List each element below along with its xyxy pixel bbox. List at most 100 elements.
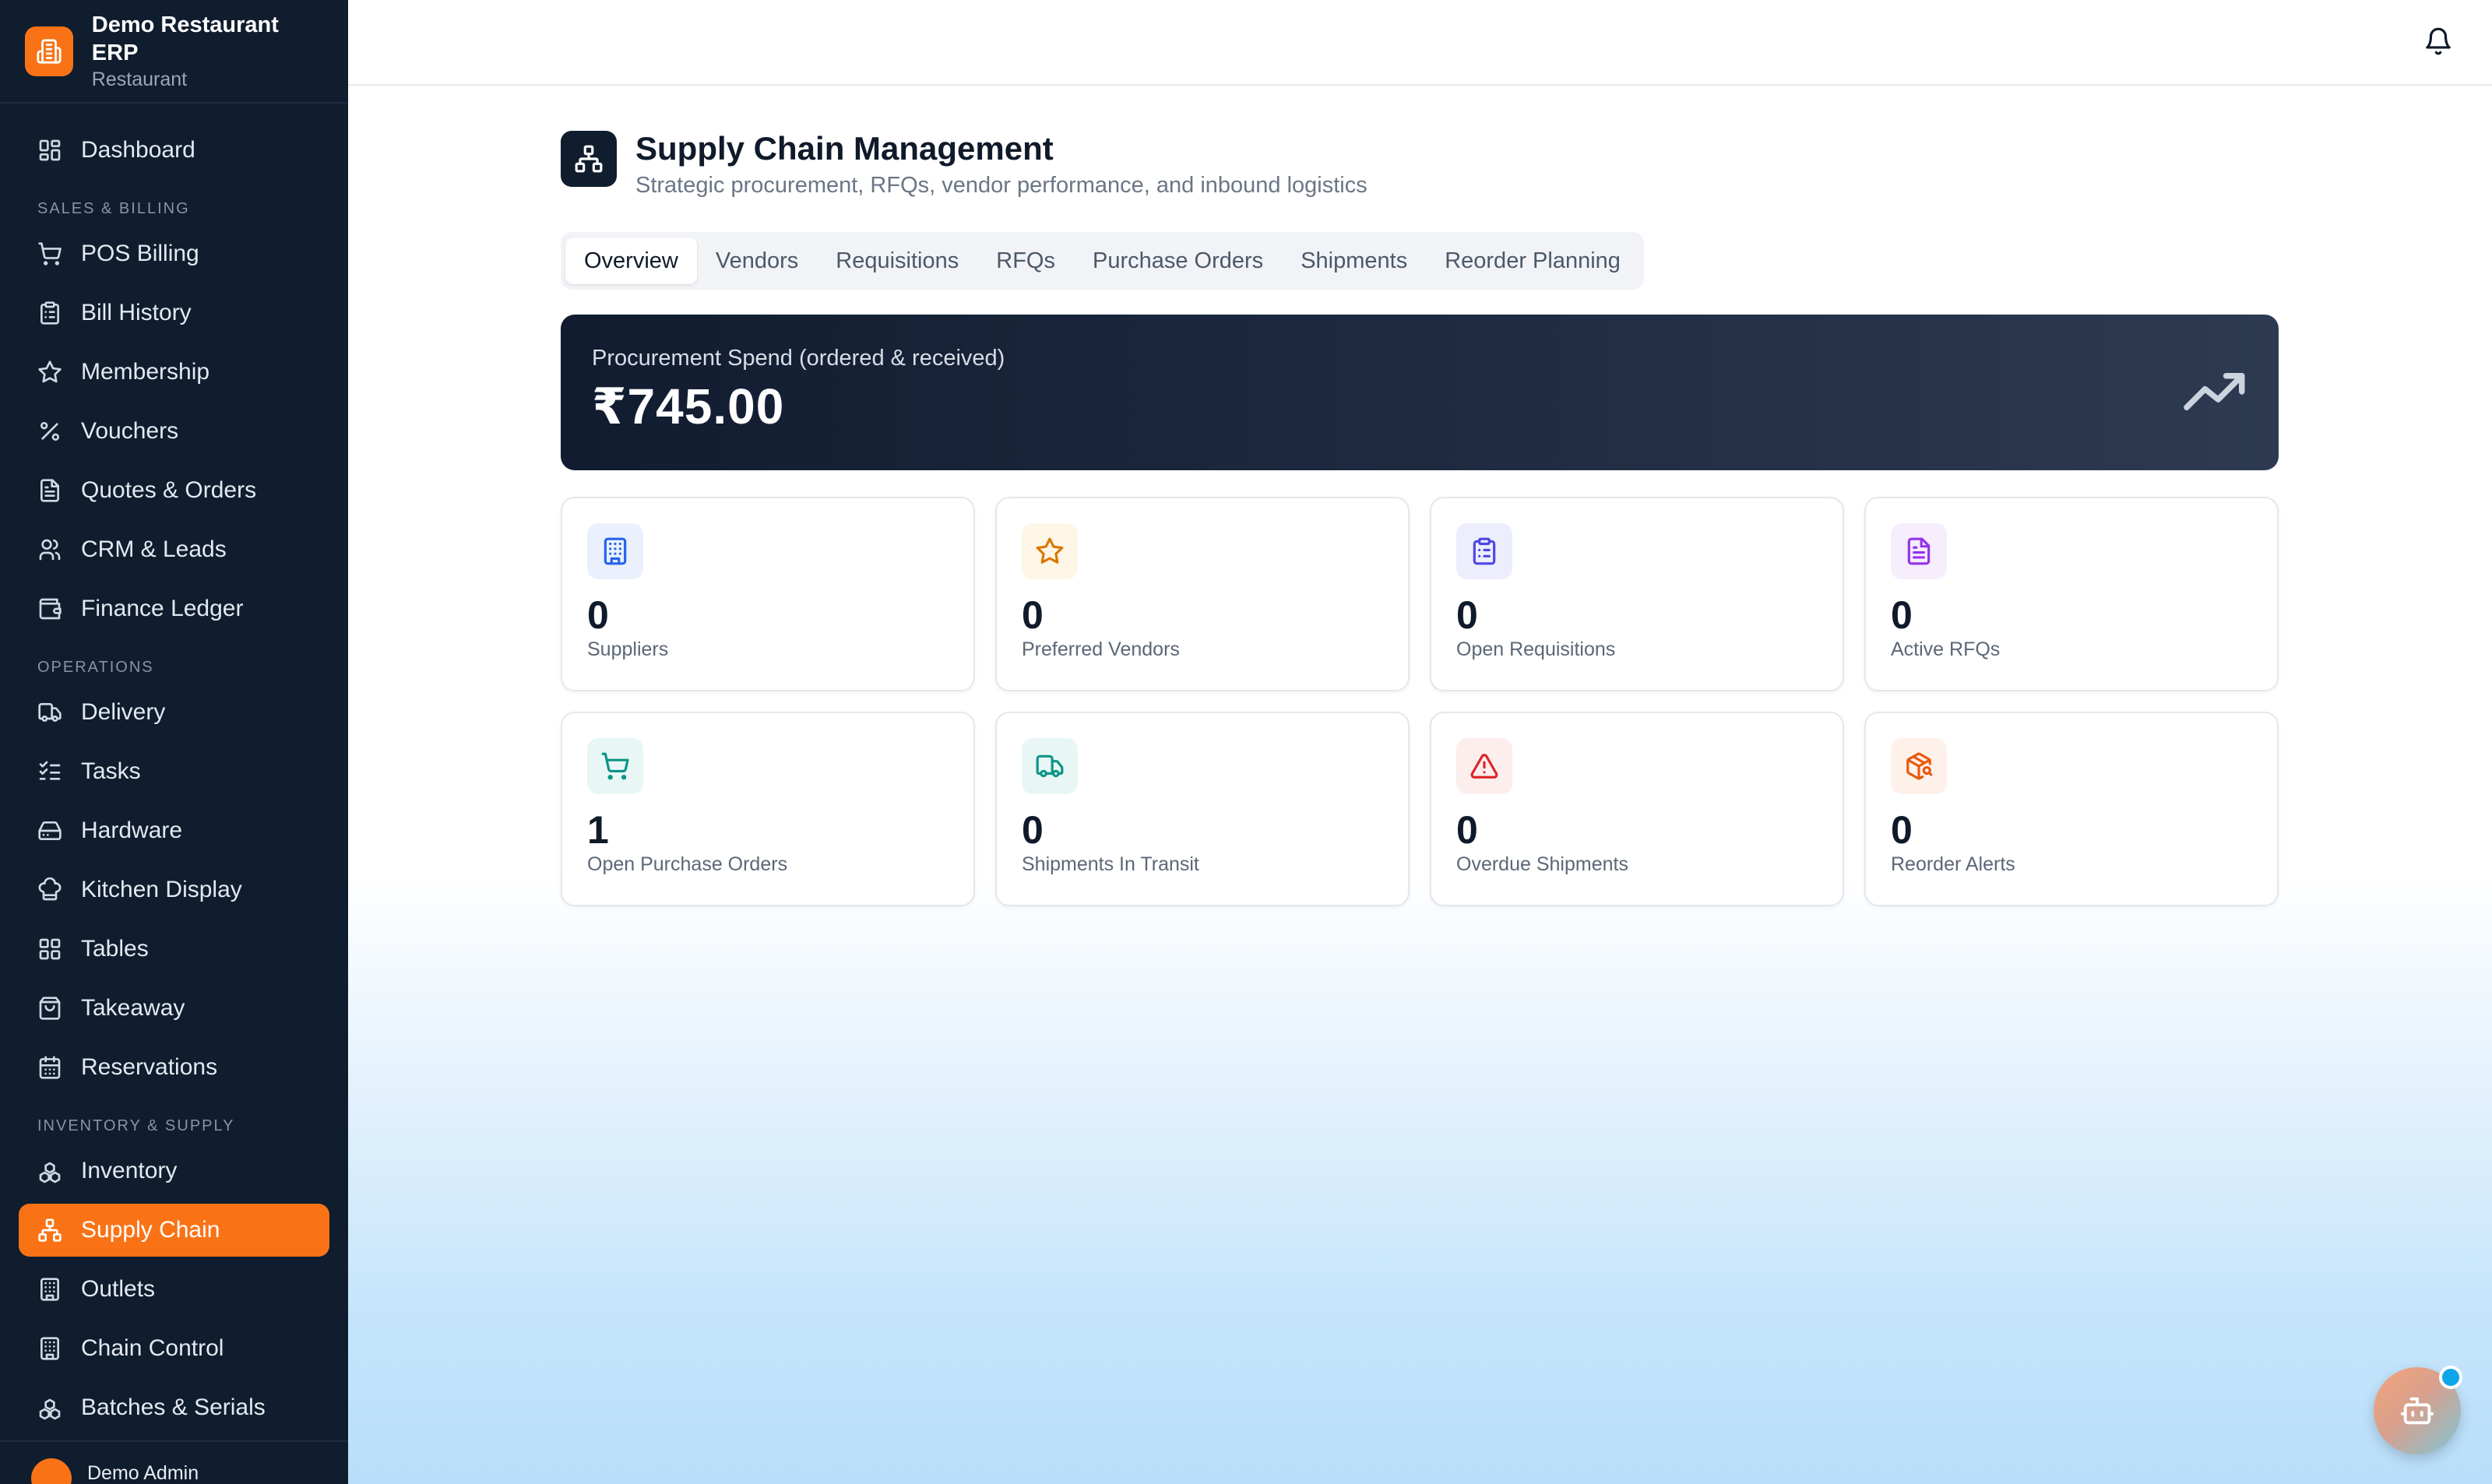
sidebar-item-supply-chain[interactable]: Supply Chain (19, 1204, 329, 1257)
sidebar-item-label: Batches & Serials (81, 1394, 266, 1420)
sidebar-item-label: Vouchers (81, 418, 179, 444)
stat-card-suppliers[interactable]: 0 Suppliers (561, 497, 975, 691)
document-icon (1891, 523, 1947, 579)
sidebar-item-quotes-and-orders[interactable]: Quotes & Orders (19, 464, 329, 517)
sidebar-item-tasks[interactable]: Tasks (19, 745, 329, 798)
sidebar-item-finance-ledger[interactable]: Finance Ledger (19, 582, 329, 635)
clipboard-icon (37, 301, 81, 325)
stat-value: 0 (587, 593, 609, 637)
sidebar-nav: Dashboard SALES & BILLING POS Billing Bill … (0, 104, 348, 1434)
network-icon (561, 131, 617, 187)
sidebar-item-delivery[interactable]: Delivery (19, 686, 329, 739)
chef-hat-icon (37, 877, 81, 902)
sidebar-item-batches-and-serials[interactable]: Batches & Serials (19, 1381, 329, 1434)
tab-shipments[interactable]: Shipments (1282, 237, 1426, 284)
sidebar-item-label: Tasks (81, 758, 141, 784)
network-icon (37, 1218, 81, 1243)
stat-label: Reorder Alerts (1891, 853, 2015, 875)
stat-card-shipments-in-transit[interactable]: 0 Shipments In Transit (995, 712, 1410, 906)
percent-icon (37, 419, 81, 444)
nav-section-operations: OPERATIONS (37, 659, 154, 676)
sidebar-item-label: Delivery (81, 699, 166, 725)
page-header: Supply Chain Management Strategic procur… (561, 128, 2279, 201)
stat-label: Open Purchase Orders (587, 853, 788, 875)
bell-icon[interactable] (2423, 26, 2453, 56)
sidebar-item-label: Kitchen Display (81, 877, 242, 902)
main-area: Supply Chain Management Strategic procur… (348, 0, 2492, 1484)
sidebar-item-tables[interactable]: Tables (19, 923, 329, 976)
calendar-icon (37, 1055, 81, 1080)
brand-header[interactable]: Demo Restaurant ERP Restaurant (0, 0, 348, 104)
cart-icon (587, 738, 643, 794)
spend-value: ₹745.00 (592, 378, 785, 434)
dashboard-icon (37, 138, 81, 163)
stat-card-active-rfqs[interactable]: 0 Active RFQs (1864, 497, 2279, 691)
sidebar-item-outlets[interactable]: Outlets (19, 1263, 329, 1316)
top-bar (348, 0, 2492, 86)
star-icon (37, 360, 81, 385)
tab-requisitions[interactable]: Requisitions (817, 237, 977, 284)
alert-icon (1456, 738, 1512, 794)
stat-card-preferred-vendors[interactable]: 0 Preferred Vendors (995, 497, 1410, 691)
sidebar-item-label: Outlets (81, 1276, 156, 1302)
tab-vendors[interactable]: Vendors (697, 237, 817, 284)
nav-section-sales-and-billing: SALES & BILLING (37, 200, 190, 217)
sidebar-item-dashboard[interactable]: Dashboard (19, 124, 329, 177)
user-profile[interactable]: Demo Admin (0, 1440, 348, 1484)
admin-name: Demo Admin (87, 1461, 199, 1484)
tab-reorder-planning[interactable]: Reorder Planning (1426, 237, 1639, 284)
sidebar-item-bill-history[interactable]: Bill History (19, 287, 329, 339)
hard-drive-icon (37, 818, 81, 843)
stat-value: 0 (1891, 808, 1913, 852)
sidebar-item-label: Quotes & Orders (81, 477, 257, 503)
sidebar-item-kitchen-display[interactable]: Kitchen Display (19, 863, 329, 916)
building-icon (587, 523, 643, 579)
sidebar-item-label: CRM & Leads (81, 536, 227, 562)
sidebar-item-takeaway[interactable]: Takeaway (19, 982, 329, 1035)
sidebar-item-reservations[interactable]: Reservations (19, 1041, 329, 1094)
stat-card-open-requisitions[interactable]: 0 Open Requisitions (1430, 497, 1844, 691)
tab-overview[interactable]: Overview (565, 237, 697, 284)
tab-bar: Overview Vendors Requisitions RFQs Purchase … (561, 232, 1644, 290)
truck-icon (37, 700, 81, 725)
sidebar-item-vouchers[interactable]: Vouchers (19, 405, 329, 458)
sidebar-item-chain-control[interactable]: Chain Control (19, 1322, 329, 1375)
stat-card-reorder-alerts[interactable]: 0 Reorder Alerts (1864, 712, 2279, 906)
users-icon (37, 537, 81, 562)
cart-icon (37, 241, 81, 266)
sidebar-item-label: POS Billing (81, 241, 199, 266)
sidebar-item-label: Dashboard (81, 137, 195, 163)
procurement-spend-card: Procurement Spend (ordered & received) ₹… (561, 315, 2279, 470)
sidebar-item-hardware[interactable]: Hardware (19, 804, 329, 857)
assistant-button[interactable] (2374, 1366, 2462, 1454)
wallet-icon (37, 596, 81, 621)
stats-grid: 0 Suppliers 0 Preferred Vendors 0 Open Requis… (561, 497, 2279, 906)
sidebar-item-crm-and-leads[interactable]: CRM & Leads (19, 523, 329, 576)
star-icon (1022, 523, 1078, 579)
tab-rfqs[interactable]: RFQs (977, 237, 1074, 284)
building-icon (25, 26, 73, 76)
bot-icon (2400, 1397, 2434, 1425)
brand-type: Restaurant (91, 68, 188, 90)
spend-label: Procurement Spend (ordered & received) (592, 346, 1005, 371)
truck-icon (1022, 738, 1078, 794)
sidebar-item-inventory[interactable]: Inventory (19, 1145, 329, 1197)
page-title: Supply Chain Management (635, 130, 1054, 167)
sidebar-item-label: Takeaway (81, 995, 185, 1021)
sidebar-item-pos-billing[interactable]: POS Billing (19, 227, 329, 280)
notification-dot (2439, 1366, 2462, 1389)
tab-purchase-orders[interactable]: Purchase Orders (1074, 237, 1282, 284)
sidebar-item-membership[interactable]: Membership (19, 346, 329, 399)
page-subtitle: Strategic procurement, RFQs, vendor perf… (635, 173, 1367, 198)
grid-icon (37, 937, 81, 962)
sidebar-item-label: Hardware (81, 818, 183, 843)
boxes-icon (37, 1395, 81, 1420)
sidebar-item-label: Bill History (81, 300, 192, 325)
stat-card-overdue-shipments[interactable]: 0 Overdue Shipments (1430, 712, 1844, 906)
sidebar-item-label: Reservations (81, 1054, 218, 1080)
checklist-icon (37, 759, 81, 784)
nav-section-inventory-and-supply: INVENTORY & SUPPLY (37, 1117, 235, 1134)
stat-label: Preferred Vendors (1022, 638, 1180, 660)
sidebar-item-label: Chain Control (81, 1335, 224, 1361)
stat-card-open-purchase-orders[interactable]: 1 Open Purchase Orders (561, 712, 975, 906)
